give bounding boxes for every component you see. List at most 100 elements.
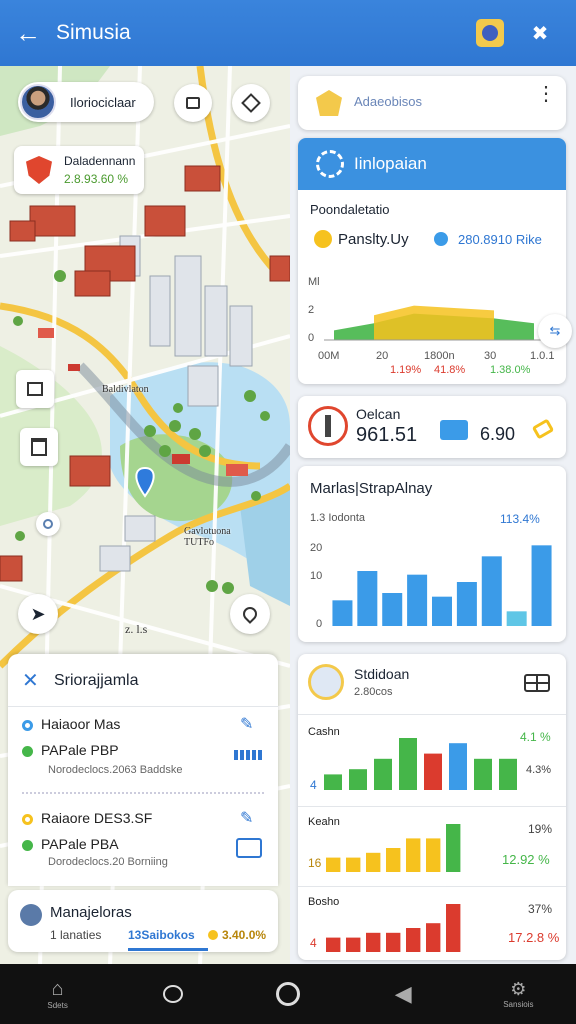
- section-2-bar-6: [446, 904, 461, 952]
- location-icon[interactable]: [230, 594, 270, 634]
- map-label-center: Baldivlaton: [102, 384, 149, 395]
- route-panel: ✕ Sriorajjamla Haiaoor Mas ✎ PAPale PBP …: [8, 654, 278, 886]
- section-2-bar-4: [406, 928, 421, 952]
- badge-icon[interactable]: [476, 19, 504, 47]
- info-axis-y-2: 0: [308, 332, 315, 344]
- map-label-bottom: z. l.s: [125, 622, 148, 636]
- search-badge-icon: [316, 90, 342, 116]
- stat-card[interactable]: Oelcan 961.51 6.90: [298, 396, 566, 458]
- chart1-tick-0: 20: [310, 542, 323, 554]
- route2-to[interactable]: PAPale PBA: [22, 836, 119, 852]
- nav-settings[interactable]: ⚙ Sansiois: [478, 979, 558, 1009]
- info-axis-x-3: 30: [484, 350, 497, 362]
- route1-to[interactable]: PAPale PBP: [22, 742, 119, 758]
- map-alert-card[interactable]: Daladennann 2.8.93.60 %: [14, 146, 144, 194]
- section-1-bar-6: [446, 824, 461, 872]
- stat-value-2: 6.90: [480, 424, 516, 444]
- info-pct-2: 1.38.0%: [490, 364, 531, 376]
- close-icon[interactable]: ✕: [22, 668, 39, 693]
- section-0-bar-5: [449, 743, 467, 790]
- section-2-bar-1: [346, 937, 361, 952]
- summary-avatar-icon: [20, 904, 42, 926]
- nav-home[interactable]: ⌂ Sdets: [18, 978, 98, 1010]
- bar-3: [407, 574, 428, 626]
- drop-icon: [434, 232, 448, 246]
- summary-a: 1 lanaties: [50, 928, 102, 942]
- section-0-lead: 4: [310, 778, 317, 792]
- section-2-bar-3: [386, 932, 401, 952]
- bottom-nav: ⌂ Sdets ◀ ⚙ Sansiois: [0, 964, 576, 1024]
- nav-settings-label: Sansiois: [503, 1000, 534, 1009]
- nav-chat[interactable]: [133, 985, 213, 1003]
- edit-icon[interactable]: ✎: [240, 714, 253, 734]
- triangle-back-icon: ◀: [394, 981, 412, 1006]
- more-vert-icon[interactable]: ⋮: [536, 84, 556, 104]
- bars-icon[interactable]: [234, 750, 262, 760]
- info-axis-x-4: 1.0.1: [530, 350, 555, 362]
- bar-4: [432, 596, 452, 626]
- stat-label: Oelcan: [356, 406, 401, 422]
- shuffle-icon[interactable]: ✖: [526, 19, 554, 47]
- frame-icon[interactable]: [16, 370, 54, 408]
- section-0-bar-2: [374, 758, 392, 790]
- area-series-highlight: [374, 305, 494, 340]
- summary-card[interactable]: Manajeloras 1 lanaties 13Saibokos 3.40.0…: [8, 890, 278, 952]
- bar-chart-1: [332, 545, 552, 626]
- chart1-tick-1: 10: [310, 570, 323, 582]
- panel-divider: [8, 706, 278, 707]
- info-pct-1: 41.8%: [434, 364, 466, 376]
- section-0-bar-3: [399, 738, 417, 790]
- section-1-pct2: 12.92 %: [502, 852, 550, 867]
- info-axis-x-1: 20: [376, 350, 389, 362]
- send-icon: [440, 420, 468, 440]
- stat-value: 961.51: [356, 424, 418, 446]
- info-pct-0: 1.19%: [390, 364, 422, 376]
- card-icon[interactable]: [236, 838, 262, 858]
- section-1-chart: [326, 824, 461, 872]
- grid-icon[interactable]: [524, 674, 550, 692]
- pentagon-icon[interactable]: [232, 84, 270, 122]
- alert-value: 2.8.93.60 %: [64, 172, 129, 186]
- compass-icon[interactable]: ➤: [18, 594, 58, 634]
- route1-from[interactable]: Haiaoor Mas: [22, 716, 120, 732]
- edit-icon-2[interactable]: ✎: [240, 808, 253, 828]
- chart2-divider-2: [298, 806, 566, 807]
- info-header-title: Iinlopaian: [354, 154, 427, 173]
- route1-from-label: Haiaoor Mas: [41, 716, 121, 732]
- section-0-pct: 4.1 %: [520, 730, 551, 744]
- metric-label: Panslty.Uy: [338, 231, 409, 248]
- chart1-title: Marlas|StrapAlnay: [310, 480, 433, 497]
- profile-chip[interactable]: Iloriociclaar: [18, 82, 154, 122]
- tag-icon: [531, 418, 555, 440]
- search-label: Adaeobisos: [354, 94, 422, 109]
- route1-to-label: PAPale PBP: [41, 742, 119, 758]
- nav-home-button[interactable]: [248, 982, 328, 1006]
- area-chart: [324, 305, 544, 341]
- search-card[interactable]: Adaeobisos ⋮: [298, 76, 566, 130]
- info-sub: Poondaletatio: [310, 202, 390, 217]
- section-2-pct: 37%: [528, 902, 553, 916]
- transfer-icon[interactable]: ⇆: [538, 314, 572, 348]
- chart2-divider: [298, 714, 566, 715]
- app-title: Simusia: [56, 21, 131, 44]
- section-0-chart: [324, 738, 517, 790]
- section-0-bar-6: [474, 758, 492, 790]
- tower-icon: [308, 406, 348, 446]
- bar-chart-card: Marlas|StrapAlnay 1.3 Iodonta 113.4% 20 …: [298, 466, 566, 642]
- summary-title: Manajeloras: [50, 904, 132, 921]
- alert-shield-icon: [26, 156, 52, 184]
- route2-from[interactable]: Raiaore DES3.SF: [22, 810, 152, 826]
- back-arrow-icon[interactable]: ←: [0, 18, 56, 49]
- nav-back[interactable]: ◀: [363, 981, 443, 1007]
- nav-home-label: Sdets: [47, 1001, 68, 1010]
- layers-icon[interactable]: [174, 84, 212, 122]
- bar-6: [481, 556, 502, 626]
- building-icon[interactable]: [20, 428, 58, 466]
- info-axis-x-0: 00M: [318, 350, 340, 362]
- profile-label: Iloriociclaar: [70, 94, 136, 110]
- section-2-pct2: 17.2.8 %: [508, 930, 560, 945]
- summary-c: 3.40.0%: [222, 928, 267, 942]
- section-1-bar-0: [326, 857, 341, 872]
- section-2-lead: 4: [310, 936, 317, 950]
- pin-small-icon[interactable]: [36, 512, 60, 536]
